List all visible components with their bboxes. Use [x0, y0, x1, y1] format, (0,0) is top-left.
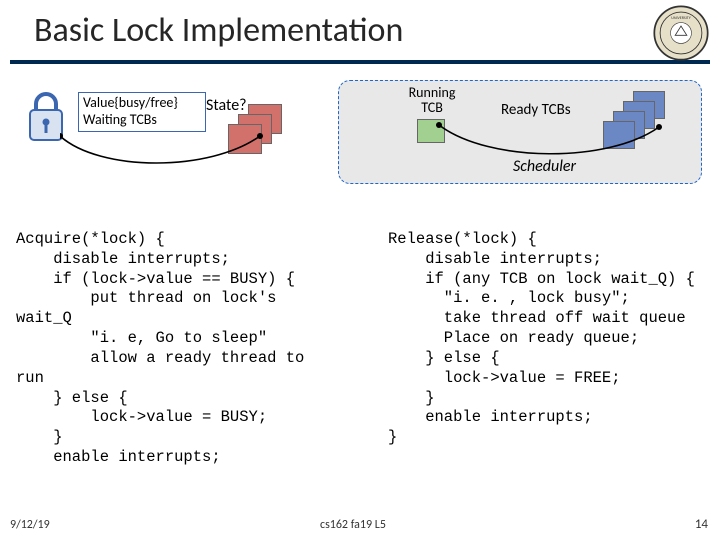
scheduler-label: Scheduler: [513, 157, 576, 176]
state-question-label: State?: [206, 96, 247, 115]
slide: Basic Lock Implementation UNIVERSITY Val…: [0, 0, 720, 540]
scheduler-box: Running TCB Ready TCBs Scheduler: [338, 80, 702, 184]
svg-text:UNIVERSITY: UNIVERSITY: [671, 16, 690, 21]
footer-page-number: 14: [695, 517, 708, 532]
university-seal-icon: UNIVERSITY: [652, 4, 710, 62]
lock-state-box: Value{busy/free} Waiting TCBs: [78, 92, 206, 132]
running-tcb-label: Running TCB: [403, 85, 461, 116]
lock-waiting-label: Waiting TCBs: [83, 112, 201, 129]
footer-date: 9/12/19: [10, 518, 50, 532]
lock-value-label: Value{busy/free}: [83, 95, 201, 112]
slide-title: Basic Lock Implementation: [34, 10, 403, 51]
footer-course: cs162 fa19 L5: [320, 518, 386, 532]
acquire-code: Acquire(*lock) { disable interrupts; if …: [16, 230, 386, 468]
lock-link-curve: [60, 132, 272, 172]
lock-diagram: Value{busy/free} Waiting TCBs: [20, 82, 320, 202]
title-rule: [10, 60, 710, 64]
release-code: Release(*lock) { disable interrupts; if …: [388, 230, 720, 448]
